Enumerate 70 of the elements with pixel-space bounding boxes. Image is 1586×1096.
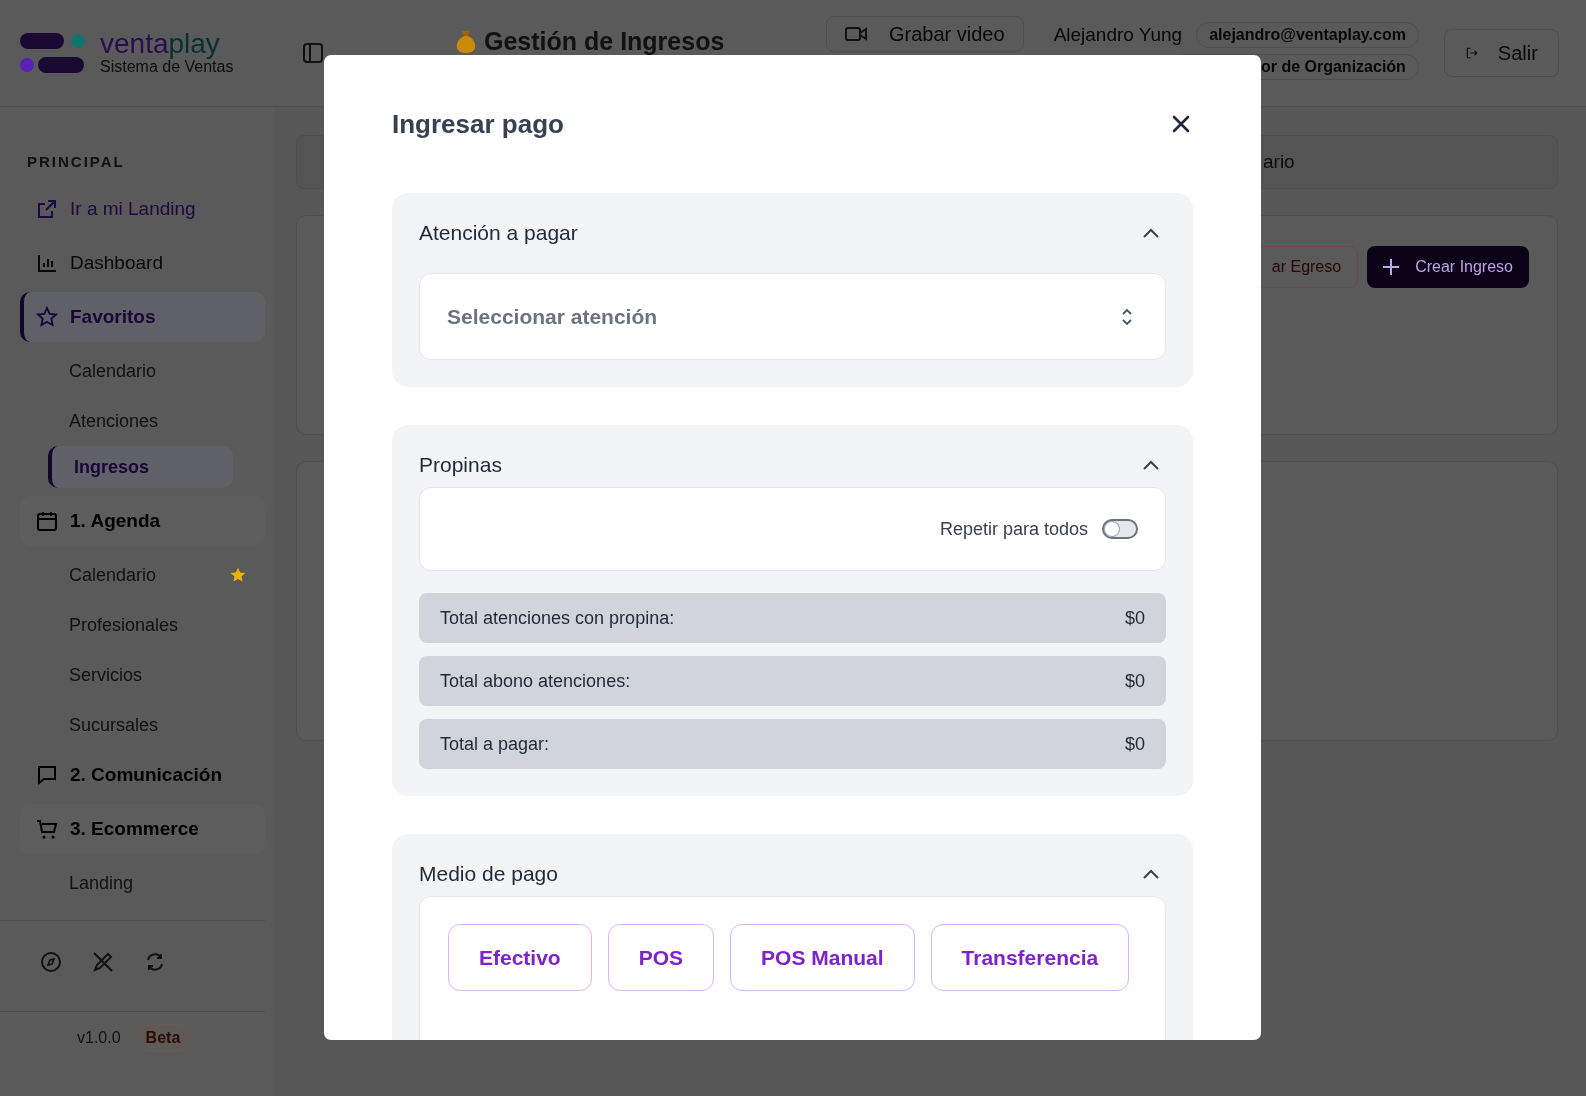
email-chip: alejandro@ventaplay.com (1196, 22, 1419, 48)
select-placeholder: Seleccionar atención (447, 304, 658, 329)
subitem-label: Servicios (69, 664, 143, 686)
sidebar-item[interactable]: 2. Comunicación (20, 750, 265, 800)
sidebar-subitem[interactable]: Calendario (20, 346, 265, 396)
subitem-label: Landing (69, 872, 134, 894)
chat-bubble-icon (36, 764, 58, 786)
total-label: Total a pagar: (440, 733, 550, 755)
external-link-icon (36, 198, 58, 220)
refresh-icon[interactable] (144, 951, 166, 973)
beta-badge: Beta (132, 1024, 194, 1052)
total-value: $0 (1124, 670, 1145, 692)
section-title: Medio de pago (419, 862, 558, 886)
payment-method-button[interactable]: POS (607, 924, 715, 991)
user-name: Alejandro Yung (1053, 24, 1183, 46)
sidebar-item[interactable]: Favoritos (20, 292, 265, 342)
subitem-label: Calendario (69, 564, 157, 586)
sidebar-subitem[interactable]: Ingresos (48, 446, 233, 488)
section-title: Atención a pagar (419, 221, 578, 245)
video-camera-icon (845, 26, 867, 42)
logo-icon (20, 33, 86, 73)
close-icon[interactable] (1171, 114, 1191, 134)
version-label: v1.0.0 (77, 1029, 121, 1047)
create-income-button[interactable]: Crear Ingreso (1367, 246, 1529, 288)
chevron-up-icon (1142, 868, 1160, 880)
sidebar-toggle-icon[interactable] (302, 42, 324, 64)
compass-icon[interactable] (40, 951, 62, 973)
sidebar-subitem[interactable]: Calendario (20, 550, 265, 600)
star-icon (36, 306, 58, 328)
money-bag-icon (456, 29, 476, 53)
logout-button[interactable]: Salir (1443, 29, 1559, 77)
total-value: $0 (1124, 607, 1145, 629)
section-header[interactable]: Propinas (419, 425, 1166, 505)
sidebar-item[interactable]: Dashboard (20, 238, 265, 288)
section-label: PRINCIPAL (26, 152, 126, 172)
calendar-icon (36, 510, 58, 532)
subitem-label: Sucursales (69, 714, 159, 736)
toggle-label: Repetir para todos (939, 518, 1088, 540)
total-label: Total abono atenciones: (440, 670, 631, 692)
sidebar-subitem[interactable]: Landing (20, 858, 265, 908)
sidebar-subitem[interactable]: Sucursales (20, 700, 265, 750)
payment-method-button[interactable]: POS Manual (730, 924, 915, 991)
cart-icon (36, 818, 58, 840)
chevron-up-icon (1142, 227, 1160, 239)
page-title: Gestión de Ingresos (484, 26, 725, 56)
record-video-button[interactable]: Grabar video (826, 16, 1024, 52)
section-title: Propinas (419, 453, 502, 477)
subitem-label: Calendario (69, 360, 157, 382)
section-header[interactable]: Atención a pagar (419, 193, 1166, 273)
attention-select[interactable]: Seleccionar atención (419, 273, 1166, 360)
total-value: $0 (1124, 733, 1145, 755)
dialog-title: Ingresar pago (392, 108, 564, 140)
brand-subtitle: Sistema de Ventas (100, 58, 234, 76)
search-placeholder: ario (1263, 151, 1295, 173)
subitem-label: Atenciones (69, 410, 159, 432)
chevron-up-icon (1142, 459, 1160, 471)
payment-method-button[interactable]: Efectivo (448, 924, 592, 991)
sidebar-subitem[interactable]: Servicios (20, 650, 265, 700)
bar-chart-icon (36, 252, 58, 274)
sidebar-subitem[interactable]: Profesionales (20, 600, 265, 650)
sidebar-subitem[interactable]: Atenciones (20, 396, 265, 446)
subitem-label: Profesionales (69, 614, 179, 636)
sidebar-item[interactable]: Ir a mi Landing (20, 184, 265, 234)
payment-method-button[interactable]: Transferencia (930, 924, 1130, 991)
section-header[interactable]: Medio de pago (419, 834, 1166, 914)
toggle-switch[interactable] (1102, 519, 1138, 539)
up-down-icon (1121, 307, 1133, 326)
subitem-label: Ingresos (74, 456, 150, 478)
total-label: Total atenciones con propina: (440, 607, 675, 629)
crossed-pen-icon[interactable] (92, 951, 114, 973)
